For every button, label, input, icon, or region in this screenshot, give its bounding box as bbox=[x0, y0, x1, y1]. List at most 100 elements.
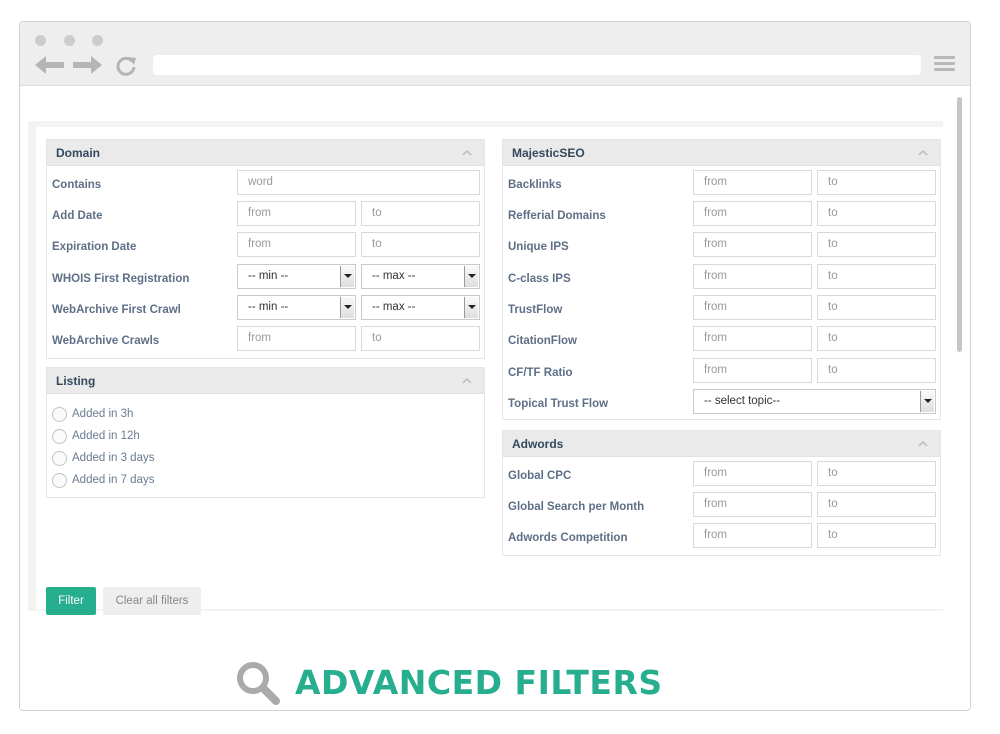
cf-tf-ratio-to-input[interactable]: to bbox=[817, 358, 936, 383]
dropdown-arrow-icon[interactable] bbox=[340, 297, 354, 318]
citationflow-from-input[interactable]: from bbox=[693, 326, 812, 351]
back-arrow-icon[interactable] bbox=[35, 54, 65, 76]
radio-button[interactable] bbox=[52, 429, 67, 444]
search-icon bbox=[237, 662, 280, 705]
filter-row-add-date: Add Date from to bbox=[47, 201, 484, 229]
filter-row-trustflow: TrustFlow from to bbox=[503, 295, 940, 323]
adwords-panel-title: Adwords bbox=[512, 437, 564, 451]
clear-all-filters-button[interactable]: Clear all filters bbox=[103, 587, 201, 615]
c-class-ips-from-input[interactable]: from bbox=[693, 264, 812, 289]
add-date-from-input[interactable]: from bbox=[237, 201, 356, 226]
global-cpc-to-input[interactable]: to bbox=[817, 461, 936, 486]
row-label: CitationFlow bbox=[508, 335, 577, 347]
domain-panel-title: Domain bbox=[56, 146, 101, 160]
hamburger-menu-icon[interactable] bbox=[934, 56, 955, 72]
whois-min-select[interactable]: -- min -- bbox=[237, 264, 356, 289]
row-label: Backlinks bbox=[508, 179, 562, 191]
filter-row-backlinks: Backlinks from to bbox=[503, 170, 940, 198]
filter-row-topical-trust-flow: Topical Trust Flow -- select topic-- bbox=[503, 389, 940, 417]
banner-title: ADVANCED FILTERS bbox=[295, 663, 663, 702]
unique-ips-from-input[interactable]: from bbox=[693, 232, 812, 257]
address-bar[interactable] bbox=[153, 55, 921, 75]
chevron-up-icon[interactable] bbox=[918, 148, 928, 158]
select-value: -- min -- bbox=[248, 270, 289, 282]
row-label: Unique IPS bbox=[508, 241, 569, 253]
radio-button[interactable] bbox=[52, 407, 67, 422]
filter-row-webarchive-crawls: WebArchive Crawls from to bbox=[47, 326, 484, 354]
row-label: Global Search per Month bbox=[508, 501, 645, 513]
expiration-date-from-input[interactable]: from bbox=[237, 232, 356, 257]
radio-button[interactable] bbox=[52, 473, 67, 488]
global-search-to-input[interactable]: to bbox=[817, 492, 936, 517]
trustflow-from-input[interactable]: from bbox=[693, 295, 812, 320]
chevron-up-icon[interactable] bbox=[462, 376, 472, 386]
row-label: Expiration Date bbox=[52, 241, 137, 253]
window-dot-maximize[interactable] bbox=[92, 35, 103, 46]
row-label: Add Date bbox=[52, 210, 103, 222]
row-label: Adwords Competition bbox=[508, 532, 628, 544]
reload-icon[interactable] bbox=[115, 55, 137, 77]
listing-panel-header[interactable]: Listing bbox=[47, 368, 484, 394]
listing-panel: Listing Added in 3h Added in 12h Added i… bbox=[46, 367, 485, 498]
backlinks-from-input[interactable]: from bbox=[693, 170, 812, 195]
refferial-domains-from-input[interactable]: from bbox=[693, 201, 812, 226]
domain-panel: Domain Contains word Add Date from to Ex… bbox=[46, 139, 485, 359]
unique-ips-to-input[interactable]: to bbox=[817, 232, 936, 257]
radio-label: Added in 7 days bbox=[72, 474, 155, 486]
filter-row-c-class-ips: C-class IPS from to bbox=[503, 264, 940, 292]
window-dot-close[interactable] bbox=[35, 35, 46, 46]
window-dot-minimize[interactable] bbox=[64, 35, 75, 46]
row-label: Global CPC bbox=[508, 470, 572, 482]
refferial-domains-to-input[interactable]: to bbox=[817, 201, 936, 226]
scrollbar[interactable] bbox=[957, 97, 962, 352]
global-search-from-input[interactable]: from bbox=[693, 492, 812, 517]
dropdown-arrow-icon[interactable] bbox=[464, 266, 478, 287]
citationflow-to-input[interactable]: to bbox=[817, 326, 936, 351]
backlinks-to-input[interactable]: to bbox=[817, 170, 936, 195]
radio-label: Added in 3h bbox=[72, 408, 134, 420]
majesticseo-panel-header[interactable]: MajesticSEO bbox=[503, 140, 940, 166]
majesticseo-panel: MajesticSEO Backlinks from to Refferial … bbox=[502, 139, 941, 420]
expiration-date-to-input[interactable]: to bbox=[361, 232, 480, 257]
row-label: TrustFlow bbox=[508, 304, 563, 316]
row-label: WHOIS First Registration bbox=[52, 273, 190, 285]
browser-window: Domain Contains word Add Date from to Ex… bbox=[19, 21, 971, 711]
adwords-competition-to-input[interactable]: to bbox=[817, 523, 936, 548]
row-label: Contains bbox=[52, 179, 102, 191]
webarchive-max-select[interactable]: -- max -- bbox=[361, 295, 480, 320]
adwords-panel-header[interactable]: Adwords bbox=[503, 431, 940, 457]
webarchive-min-select[interactable]: -- min -- bbox=[237, 295, 356, 320]
row-label: CF/TF Ratio bbox=[508, 367, 573, 379]
global-cpc-from-input[interactable]: from bbox=[693, 461, 812, 486]
chevron-up-icon[interactable] bbox=[462, 148, 472, 158]
contains-input[interactable]: word bbox=[237, 170, 480, 195]
add-date-to-input[interactable]: to bbox=[361, 201, 480, 226]
filter-row-cf-tf-ratio: CF/TF Ratio from to bbox=[503, 358, 940, 386]
filter-row-expiration-date: Expiration Date from to bbox=[47, 232, 484, 260]
chevron-up-icon[interactable] bbox=[918, 439, 928, 449]
webarchive-crawls-to-input[interactable]: to bbox=[361, 326, 480, 351]
filter-row-global-cpc: Global CPC from to bbox=[503, 461, 940, 489]
majesticseo-panel-title: MajesticSEO bbox=[512, 146, 585, 160]
whois-max-select[interactable]: -- max -- bbox=[361, 264, 480, 289]
dropdown-arrow-icon[interactable] bbox=[920, 391, 934, 412]
page-content: Domain Contains word Add Date from to Ex… bbox=[20, 87, 970, 710]
row-label: C-class IPS bbox=[508, 273, 571, 285]
c-class-ips-to-input[interactable]: to bbox=[817, 264, 936, 289]
adwords-competition-from-input[interactable]: from bbox=[693, 523, 812, 548]
row-label: Refferial Domains bbox=[508, 210, 606, 222]
forward-arrow-icon[interactable] bbox=[72, 54, 102, 76]
filter-row-global-search: Global Search per Month from to bbox=[503, 492, 940, 520]
dropdown-arrow-icon[interactable] bbox=[464, 297, 478, 318]
cf-tf-ratio-from-input[interactable]: from bbox=[693, 358, 812, 383]
topical-trust-flow-select[interactable]: -- select topic-- bbox=[693, 389, 936, 414]
dropdown-arrow-icon[interactable] bbox=[340, 266, 354, 287]
radio-label: Added in 3 days bbox=[72, 452, 155, 464]
browser-toolbar bbox=[20, 22, 970, 86]
filter-button[interactable]: Filter bbox=[46, 587, 96, 615]
radio-button[interactable] bbox=[52, 451, 67, 466]
webarchive-crawls-from-input[interactable]: from bbox=[237, 326, 356, 351]
trustflow-to-input[interactable]: to bbox=[817, 295, 936, 320]
filter-row-unique-ips: Unique IPS from to bbox=[503, 232, 940, 260]
domain-panel-header[interactable]: Domain bbox=[47, 140, 484, 166]
